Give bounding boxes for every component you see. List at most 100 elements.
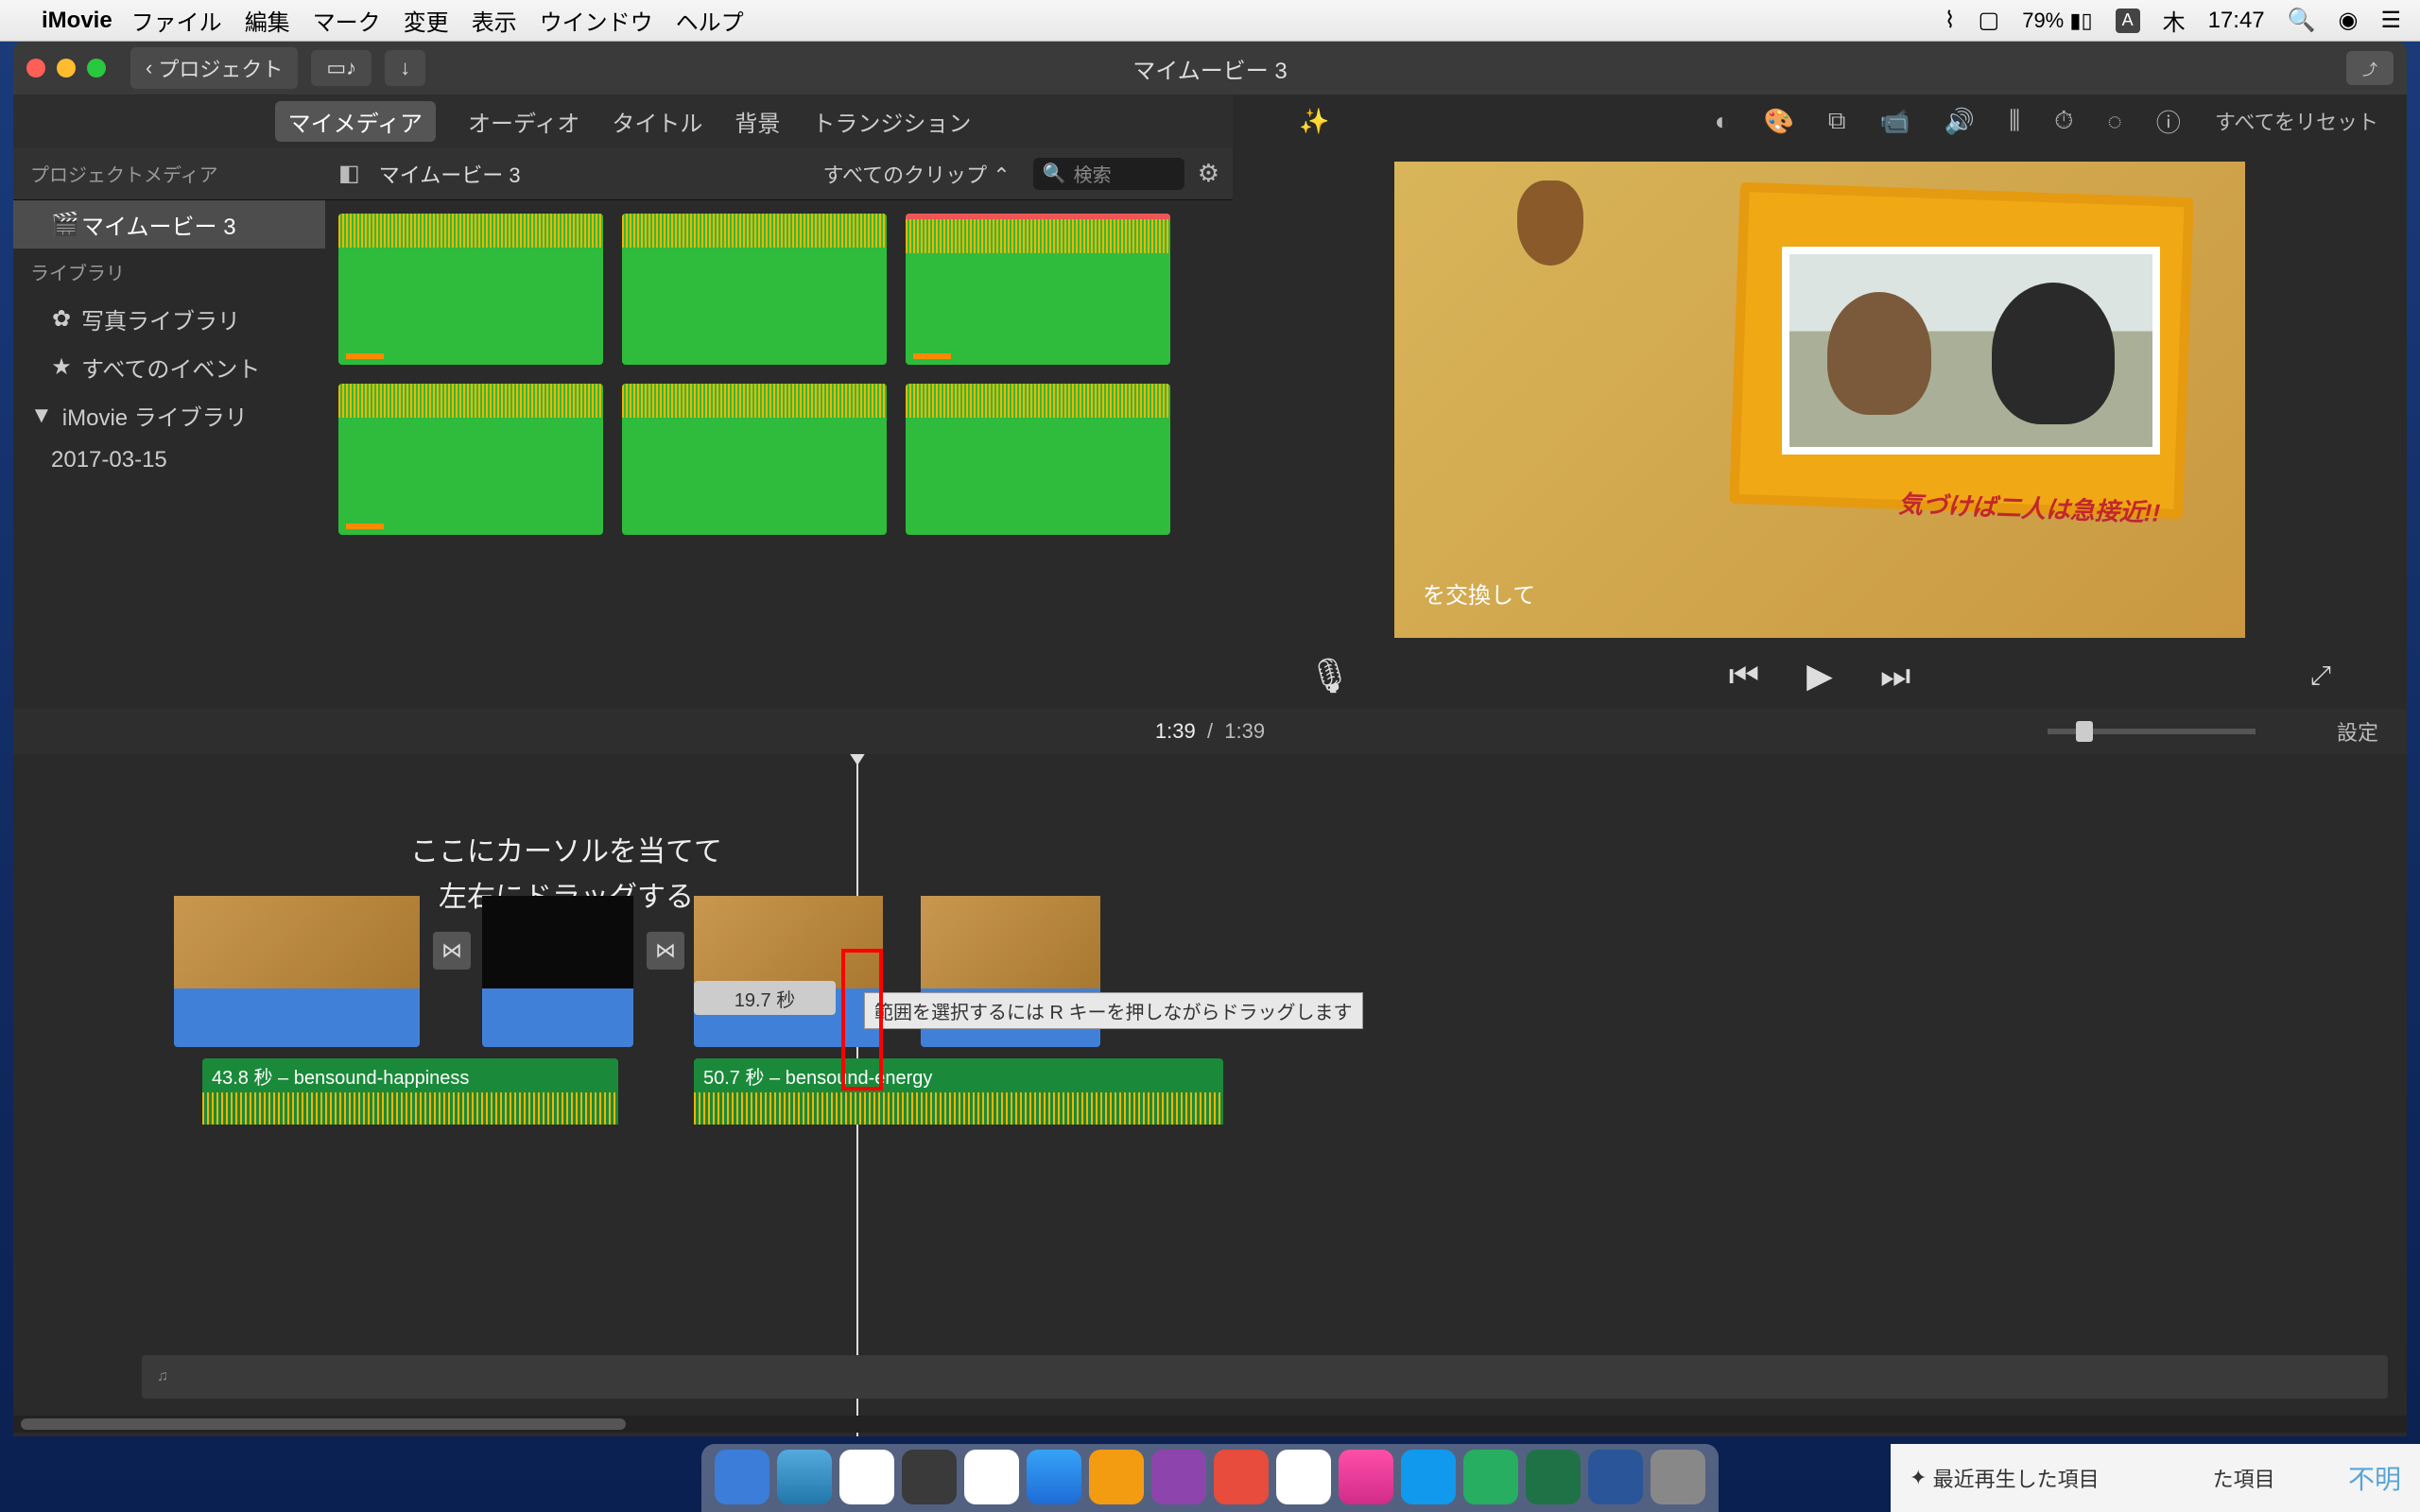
window-close[interactable] [26,59,45,77]
dock-finder[interactable] [715,1450,769,1504]
tab-transitions[interactable]: トランジション [812,105,971,138]
dock-calendar[interactable] [964,1450,1019,1504]
transition[interactable]: ⋈ [647,932,684,970]
tab-backgrounds[interactable]: 背景 [735,105,780,138]
window-zoom[interactable] [87,59,106,77]
menu-window[interactable]: ウインドウ [540,4,653,37]
sidebar-item-project[interactable]: 🎬マイムービー 3 [13,200,325,249]
volume-icon[interactable]: 🔊 [1945,107,1975,136]
window-minimize[interactable] [57,59,76,77]
stabilize-icon[interactable]: 📹 [1879,107,1910,136]
sidebar-item-imovielib[interactable]: ▼ iMovie ライブラリ [13,391,325,439]
dock-itunes[interactable] [1339,1450,1393,1504]
prev-button[interactable]: ⏮ [1729,656,1759,696]
dock-word[interactable] [1588,1450,1643,1504]
browser-title[interactable]: マイムービー 3 [379,159,521,189]
flower-icon: ✿ [51,305,72,333]
crop-icon[interactable]: ⧉ [1828,106,1846,136]
equalizer-icon[interactable]: ⫼ [2009,106,2020,136]
sidebar-item-photos[interactable]: ✿写真ライブラリ [13,295,325,343]
sidebar-item-allevents[interactable]: ★すべてのイベント [13,343,325,391]
dock-vlc[interactable] [1089,1450,1144,1504]
import-button[interactable]: ↓ [385,50,425,86]
sidebar-item-date[interactable]: 2017-03-15 [13,439,325,481]
notification-center-icon[interactable]: ☰ [2380,7,2401,34]
clip-browser[interactable] [325,200,1233,709]
dock-siri[interactable] [777,1450,832,1504]
background-music-well[interactable]: ♫ [142,1355,2388,1399]
media-clip[interactable] [622,214,887,365]
media-clip[interactable] [338,214,603,365]
transition[interactable]: ⋈ [433,932,471,970]
app-name[interactable]: iMovie [42,8,112,34]
fullscreen-icon[interactable]: ⤢ [2310,661,2331,692]
dock-launchpad[interactable] [839,1450,894,1504]
menubar: iMovie ファイル 編集 マーク 変更 表示 ウインドウ ヘルプ ⌇ ▢ 7… [0,0,2420,42]
airplay-icon[interactable]: ▢ [1979,7,2000,34]
dock-safari[interactable] [1027,1450,1081,1504]
battery-percent[interactable]: 79% [2022,9,2064,32]
dock-photos[interactable] [1214,1450,1269,1504]
color-correction-icon[interactable]: 🎨 [1763,107,1793,136]
playback-controls: 🎙 ⏮ ▶ ⏭ ⤢ [1233,643,2407,709]
sidebar-header-library: ライブラリ [13,249,325,295]
tab-audio[interactable]: オーディオ [468,105,579,138]
dock-excel[interactable] [1526,1450,1581,1504]
filter-icon[interactable]: ◌ [2107,107,2121,136]
speed-icon[interactable]: ⏱ [2054,106,2073,136]
menu-view[interactable]: 表示 [472,4,517,37]
preview-viewer[interactable]: 気づけば二人は急接近!! を交換して [1233,147,2407,643]
clock-time[interactable]: 17:47 [2208,8,2265,34]
clip-filter[interactable]: すべてのクリップ ⌃ [823,159,1011,189]
finder-window-peek[interactable]: ✦ 最近再生した項目 た項目 不明 [1891,1444,2420,1512]
media-clip[interactable] [338,384,603,535]
menu-help[interactable]: ヘルプ [676,4,744,37]
audio-clip[interactable]: 43.8 秒 – bensound-happiness [202,1058,618,1125]
back-to-projects[interactable]: ‹ プロジェクト [130,47,298,89]
clock-day[interactable]: 木 [2163,4,2186,37]
media-clip[interactable] [906,214,1170,365]
timeline-settings[interactable]: 設定 [2337,716,2378,747]
dock-skitch[interactable] [1463,1450,1518,1504]
theater-button[interactable]: ▭♪ [311,50,372,86]
timeline-scrollbar[interactable] [13,1416,2407,1433]
menu-mark[interactable]: マーク [313,4,381,37]
reset-all[interactable]: すべてをリセット [2215,106,2378,136]
dock-chrome[interactable] [1276,1450,1331,1504]
dock-trash[interactable] [1651,1450,1705,1504]
info-icon[interactable]: ⓘ [2156,104,2181,139]
dock-sysprefs[interactable] [902,1450,957,1504]
media-clip[interactable] [906,384,1170,535]
menu-file[interactable]: ファイル [131,4,222,37]
timeline-header: 1:39 / 1:39 設定 [13,709,2407,754]
menu-edit[interactable]: 編集 [245,4,290,37]
media-tabs: マイメディア オーディオ タイトル 背景 トランジション [13,94,1233,147]
browser-settings-icon[interactable]: ⚙ [1198,159,1219,188]
zoom-slider[interactable] [2048,729,2256,734]
tab-titles[interactable]: タイトル [612,105,702,138]
wifi-icon[interactable]: ⌇ [1945,7,1956,34]
input-source[interactable]: A [2116,9,2140,33]
recent-star-icon: ✦ [1910,1466,1927,1490]
dock-appstore[interactable] [1401,1450,1456,1504]
audio-clip[interactable]: 50.7 秒 – bensound-energy [694,1058,1223,1125]
next-button[interactable]: ⏭ [1880,656,1910,696]
menu-modify[interactable]: 変更 [404,4,449,37]
video-clip[interactable] [174,896,420,1047]
video-clip[interactable] [482,896,633,1047]
search-input[interactable]: 🔍検索 [1033,158,1184,190]
enhance-icon[interactable]: ✨ [1299,107,1329,136]
share-button[interactable]: ⤴ [2346,51,2394,85]
time-current: 1:39 [1155,719,1196,743]
tab-mymedia[interactable]: マイメディア [275,101,436,142]
media-clip[interactable] [622,384,887,535]
play-button[interactable]: ▶ [1806,656,1833,696]
color-balance-icon[interactable]: ◐ [1715,107,1730,136]
main-area: マイメディア オーディオ タイトル 背景 トランジション プロジェクトメディア … [13,94,2407,1436]
timeline[interactable]: ここにカーソルを当てて左右にドラッグする ↘ ⋈ ⋈ 19.7 秒 範囲を選択す… [13,754,2407,1436]
spotlight-icon[interactable]: 🔍 [2288,7,2316,34]
voiceover-icon[interactable]: 🎙 [1308,656,1352,696]
sidebar-toggle-icon[interactable]: ◧ [338,160,360,187]
siri-icon[interactable]: ◉ [2339,7,2359,34]
dock-imovie[interactable] [1151,1450,1206,1504]
